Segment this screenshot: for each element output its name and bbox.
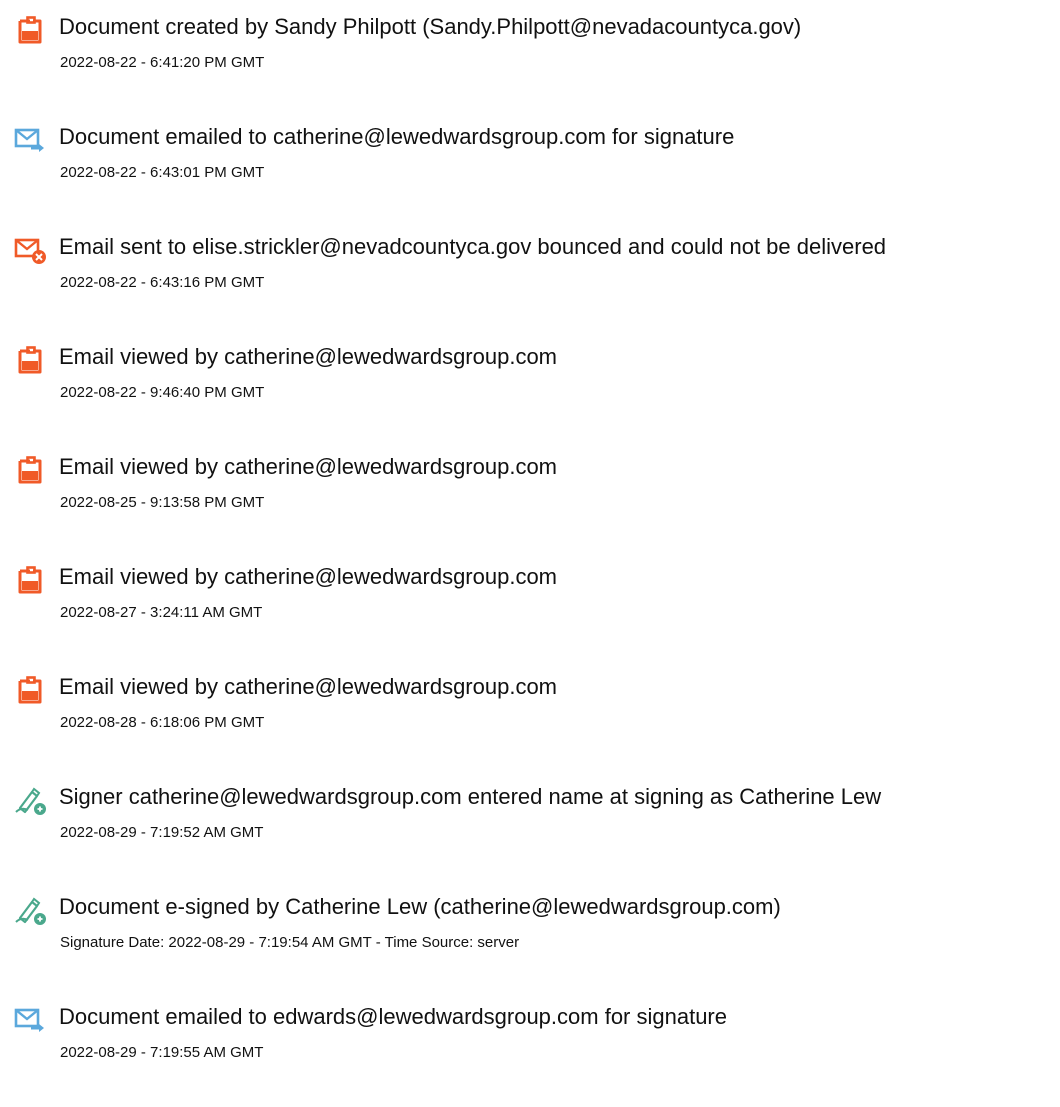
document-icon bbox=[14, 346, 48, 376]
signature-pen-icon bbox=[14, 786, 48, 816]
document-icon bbox=[14, 566, 48, 596]
event-title: Email sent to elise.strickler@nevadcount… bbox=[59, 234, 887, 259]
event-timestamp: 2022-08-29 - 7:19:55 AM GMT bbox=[60, 1044, 264, 1061]
document-icon bbox=[14, 676, 48, 706]
email-sent-icon bbox=[14, 126, 48, 156]
timeline-entry: Document e-signed by Catherine Lew (cath… bbox=[0, 890, 1060, 980]
event-title: Document emailed to catherine@lewedwards… bbox=[59, 124, 735, 149]
event-timestamp: 2022-08-25 - 9:13:58 PM GMT bbox=[60, 494, 265, 511]
timeline-entry: Email viewed by catherine@lewedwardsgrou… bbox=[0, 340, 1060, 430]
timeline-entry: Signer catherine@lewedwardsgroup.com ent… bbox=[0, 780, 1060, 870]
event-title: Email viewed by catherine@lewedwardsgrou… bbox=[59, 674, 558, 699]
timeline-entry: Document emailed to edwards@lewedwardsgr… bbox=[0, 1000, 1060, 1090]
event-timestamp: 2022-08-22 - 6:41:20 PM GMT bbox=[60, 54, 265, 71]
event-title: Email viewed by catherine@lewedwardsgrou… bbox=[59, 454, 558, 479]
signature-pen-icon bbox=[14, 896, 48, 926]
event-timestamp: 2022-08-22 - 6:43:01 PM GMT bbox=[60, 164, 265, 181]
email-sent-icon bbox=[14, 1006, 48, 1036]
timeline-entry: Email viewed by catherine@lewedwardsgrou… bbox=[0, 560, 1060, 650]
timeline-entry: Email viewed by catherine@lewedwardsgrou… bbox=[0, 450, 1060, 540]
document-icon bbox=[14, 456, 48, 486]
timeline-entry: Document emailed to catherine@lewedwards… bbox=[0, 120, 1060, 210]
event-title: Email viewed by catherine@lewedwardsgrou… bbox=[59, 344, 558, 369]
timeline-entry: Document created by Sandy Philpott (Sand… bbox=[0, 10, 1060, 100]
event-title: Signer catherine@lewedwardsgroup.com ent… bbox=[59, 784, 882, 809]
event-timestamp: 2022-08-29 - 7:19:52 AM GMT bbox=[60, 824, 264, 841]
event-title: Document emailed to edwards@lewedwardsgr… bbox=[59, 1004, 727, 1029]
event-title: Document created by Sandy Philpott (Sand… bbox=[59, 14, 802, 39]
document-icon bbox=[14, 16, 48, 46]
event-timestamp: 2022-08-28 - 6:18:06 PM GMT bbox=[60, 714, 265, 731]
timeline-entry: Email sent to elise.strickler@nevadcount… bbox=[0, 230, 1060, 320]
event-title: Email viewed by catherine@lewedwardsgrou… bbox=[59, 564, 558, 589]
event-title: Document e-signed by Catherine Lew (cath… bbox=[59, 894, 781, 919]
event-timestamp: Signature Date: 2022-08-29 - 7:19:54 AM … bbox=[60, 934, 520, 951]
event-timestamp: 2022-08-22 - 6:43:16 PM GMT bbox=[60, 274, 265, 291]
event-timestamp: 2022-08-27 - 3:24:11 AM GMT bbox=[60, 604, 263, 621]
event-timestamp: 2022-08-22 - 9:46:40 PM GMT bbox=[60, 384, 265, 401]
email-bounced-icon bbox=[14, 236, 48, 266]
timeline-entry: Email viewed by catherine@lewedwardsgrou… bbox=[0, 670, 1060, 760]
